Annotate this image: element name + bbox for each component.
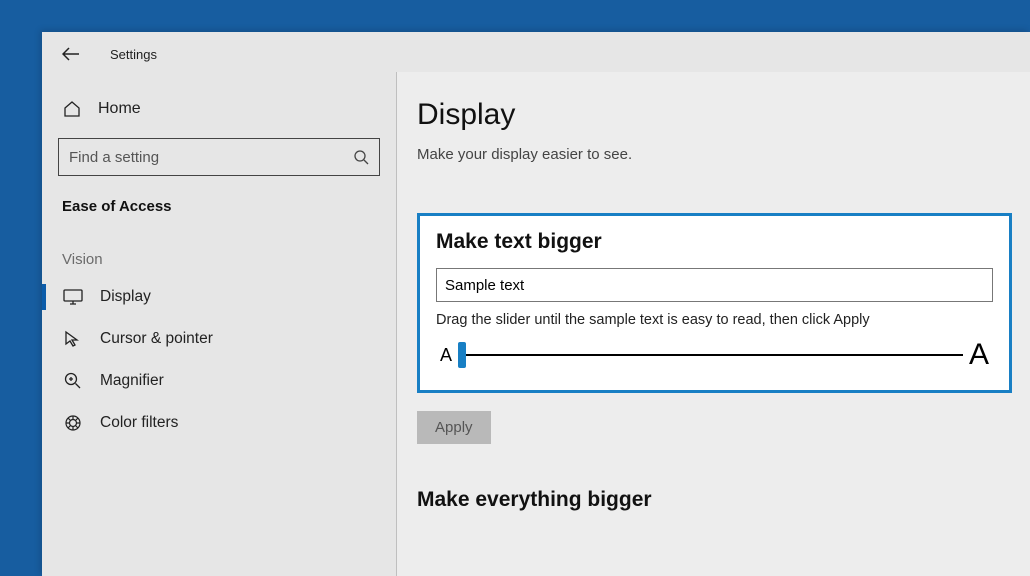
cursor-icon	[62, 330, 84, 348]
text-size-slider-row: A A	[436, 338, 993, 372]
sidebar-item-label: Cursor & pointer	[100, 330, 213, 348]
home-icon	[62, 100, 82, 118]
settings-window: Settings Home	[42, 32, 1030, 576]
sample-text-input[interactable]	[436, 268, 993, 302]
sidebar-item-display[interactable]: Display	[42, 276, 396, 318]
slider-track	[458, 354, 963, 356]
search-icon	[353, 149, 369, 165]
sidebar-item-color-filters[interactable]: Color filters	[42, 402, 396, 444]
titlebar: Settings	[42, 32, 1030, 72]
monitor-icon	[62, 289, 84, 305]
page-subtitle: Make your display easier to see.	[417, 146, 1012, 163]
make-text-bigger-box: Make text bigger Drag the slider until t…	[417, 213, 1012, 393]
content-area: Display Make your display easier to see.…	[397, 72, 1030, 576]
slider-instruction: Drag the slider until the sample text is…	[436, 312, 993, 328]
window-body: Home Ease of Access Vision	[42, 72, 1030, 576]
make-everything-bigger-title: Make everything bigger	[417, 488, 1012, 512]
sidebar-home[interactable]: Home	[42, 90, 396, 130]
sidebar-section-label: Ease of Access	[42, 194, 396, 225]
back-button[interactable]	[60, 43, 82, 65]
sidebar-item-label: Display	[100, 288, 151, 306]
big-a-label: A	[969, 338, 989, 372]
sidebar-group-vision: Vision	[42, 225, 396, 276]
apply-button: Apply	[417, 411, 491, 444]
sidebar-item-magnifier[interactable]: Magnifier	[42, 360, 396, 402]
color-filters-icon	[62, 414, 84, 432]
sidebar-home-label: Home	[98, 100, 141, 118]
search-container	[58, 138, 380, 176]
sidebar-item-cursor-pointer[interactable]: Cursor & pointer	[42, 318, 396, 360]
window-title: Settings	[110, 47, 157, 62]
page-title: Display	[417, 98, 1012, 132]
sidebar-item-label: Magnifier	[100, 372, 164, 390]
make-text-bigger-title: Make text bigger	[436, 230, 993, 254]
search-input[interactable]	[69, 149, 353, 166]
small-a-label: A	[440, 345, 452, 366]
sidebar: Home Ease of Access Vision	[42, 72, 397, 576]
magnifier-icon	[62, 372, 84, 390]
sidebar-item-label: Color filters	[100, 414, 178, 432]
arrow-left-icon	[62, 47, 80, 61]
search-box[interactable]	[58, 138, 380, 176]
slider-thumb[interactable]	[458, 342, 466, 368]
text-size-slider[interactable]	[458, 341, 963, 369]
